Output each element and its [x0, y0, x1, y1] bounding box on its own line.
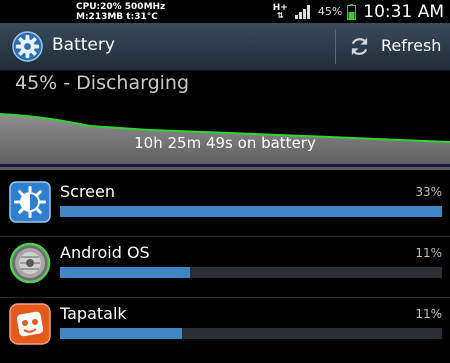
refresh-label: Refresh — [381, 36, 442, 55]
battery-icon — [347, 3, 357, 20]
refresh-button[interactable]: Refresh — [336, 23, 450, 70]
status-icons: H+ ⇅ 45% 10:31 AM — [273, 0, 444, 23]
usage-bar-fill — [60, 206, 442, 217]
memory-line: M:213MB t:31°C — [76, 12, 158, 22]
time-on-battery: 10h 25m 49s on battery — [134, 134, 316, 152]
usage-item-percent: 11% — [415, 246, 442, 260]
android-os-icon — [9, 242, 51, 284]
usage-bar-track — [60, 328, 442, 339]
usage-item-name: Tapatalk — [60, 304, 127, 323]
usage-item-tapatalk[interactable]: Tapatalk 11% — [0, 299, 450, 359]
usage-item-percent: 11% — [415, 307, 442, 321]
list-divider — [0, 236, 450, 237]
battery-percent: 45% — [317, 5, 343, 18]
usage-item-name: Screen — [60, 182, 116, 201]
list-divider — [0, 297, 450, 298]
status-bar: CPU:20% 500MHz M:213MB t:31°C H+ ⇅ 45% 1… — [0, 0, 450, 23]
usage-bar-track — [60, 267, 442, 278]
usage-item-percent: 33% — [415, 185, 442, 199]
cpu-monitor: CPU:20% 500MHz M:213MB t:31°C — [76, 2, 165, 22]
cpu-line: CPU:20% 500MHz — [76, 2, 166, 12]
usage-bar-track — [60, 206, 442, 217]
refresh-icon — [351, 37, 368, 56]
page-title: Battery — [52, 35, 115, 55]
network-type-indicator: H+ ⇅ — [272, 2, 288, 20]
tapatalk-icon — [9, 303, 51, 345]
usage-item-android-os[interactable]: Android OS 11% — [0, 238, 450, 298]
signal-icon — [294, 4, 310, 19]
gear-icon[interactable] — [12, 31, 43, 62]
graph-timeline-strip — [0, 164, 450, 167]
clock: 10:31 AM — [363, 1, 444, 22]
battery-status-text: 45% - Discharging — [15, 72, 190, 94]
action-bar: Battery Refresh — [0, 23, 450, 71]
usage-item-name: Android OS — [60, 243, 150, 262]
usage-item-screen[interactable]: Screen 33% — [0, 177, 450, 237]
screen-brightness-icon — [9, 181, 51, 223]
usage-bar-fill — [60, 328, 183, 339]
usage-bar-fill — [60, 267, 190, 278]
